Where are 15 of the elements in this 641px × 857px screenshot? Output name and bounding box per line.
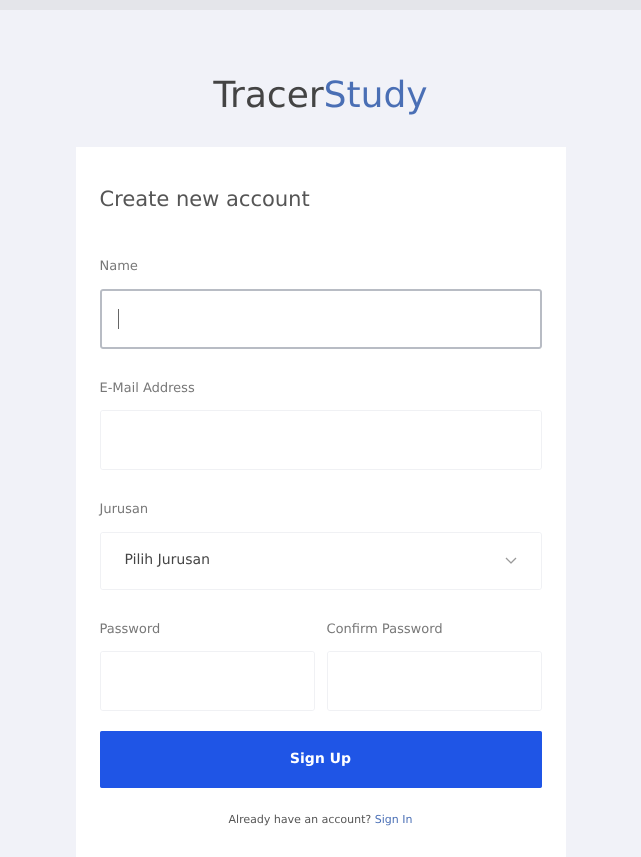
select-value: Pilih Jurusan [124, 551, 210, 570]
input-field[interactable] [100, 288, 542, 348]
text-cursor [118, 308, 119, 328]
field-label: E-Mail Address [100, 380, 196, 398]
chevron-down-icon [504, 556, 516, 564]
field-label: Password [100, 620, 162, 638]
form-title: Create new account [100, 186, 311, 213]
sign-up-button[interactable]: Sign Up [100, 731, 542, 788]
logo: TracerStudy [213, 74, 428, 118]
sign-in-link[interactable]: Sign In [374, 813, 412, 826]
field-label: Name [100, 258, 139, 276]
field-label: Confirm Password [326, 620, 444, 638]
select-field[interactable]: Pilih Jurusan [100, 532, 542, 590]
sign-in-prompt: Already have an account? Sign In [228, 812, 414, 828]
field-label: Jurusan [100, 501, 150, 519]
